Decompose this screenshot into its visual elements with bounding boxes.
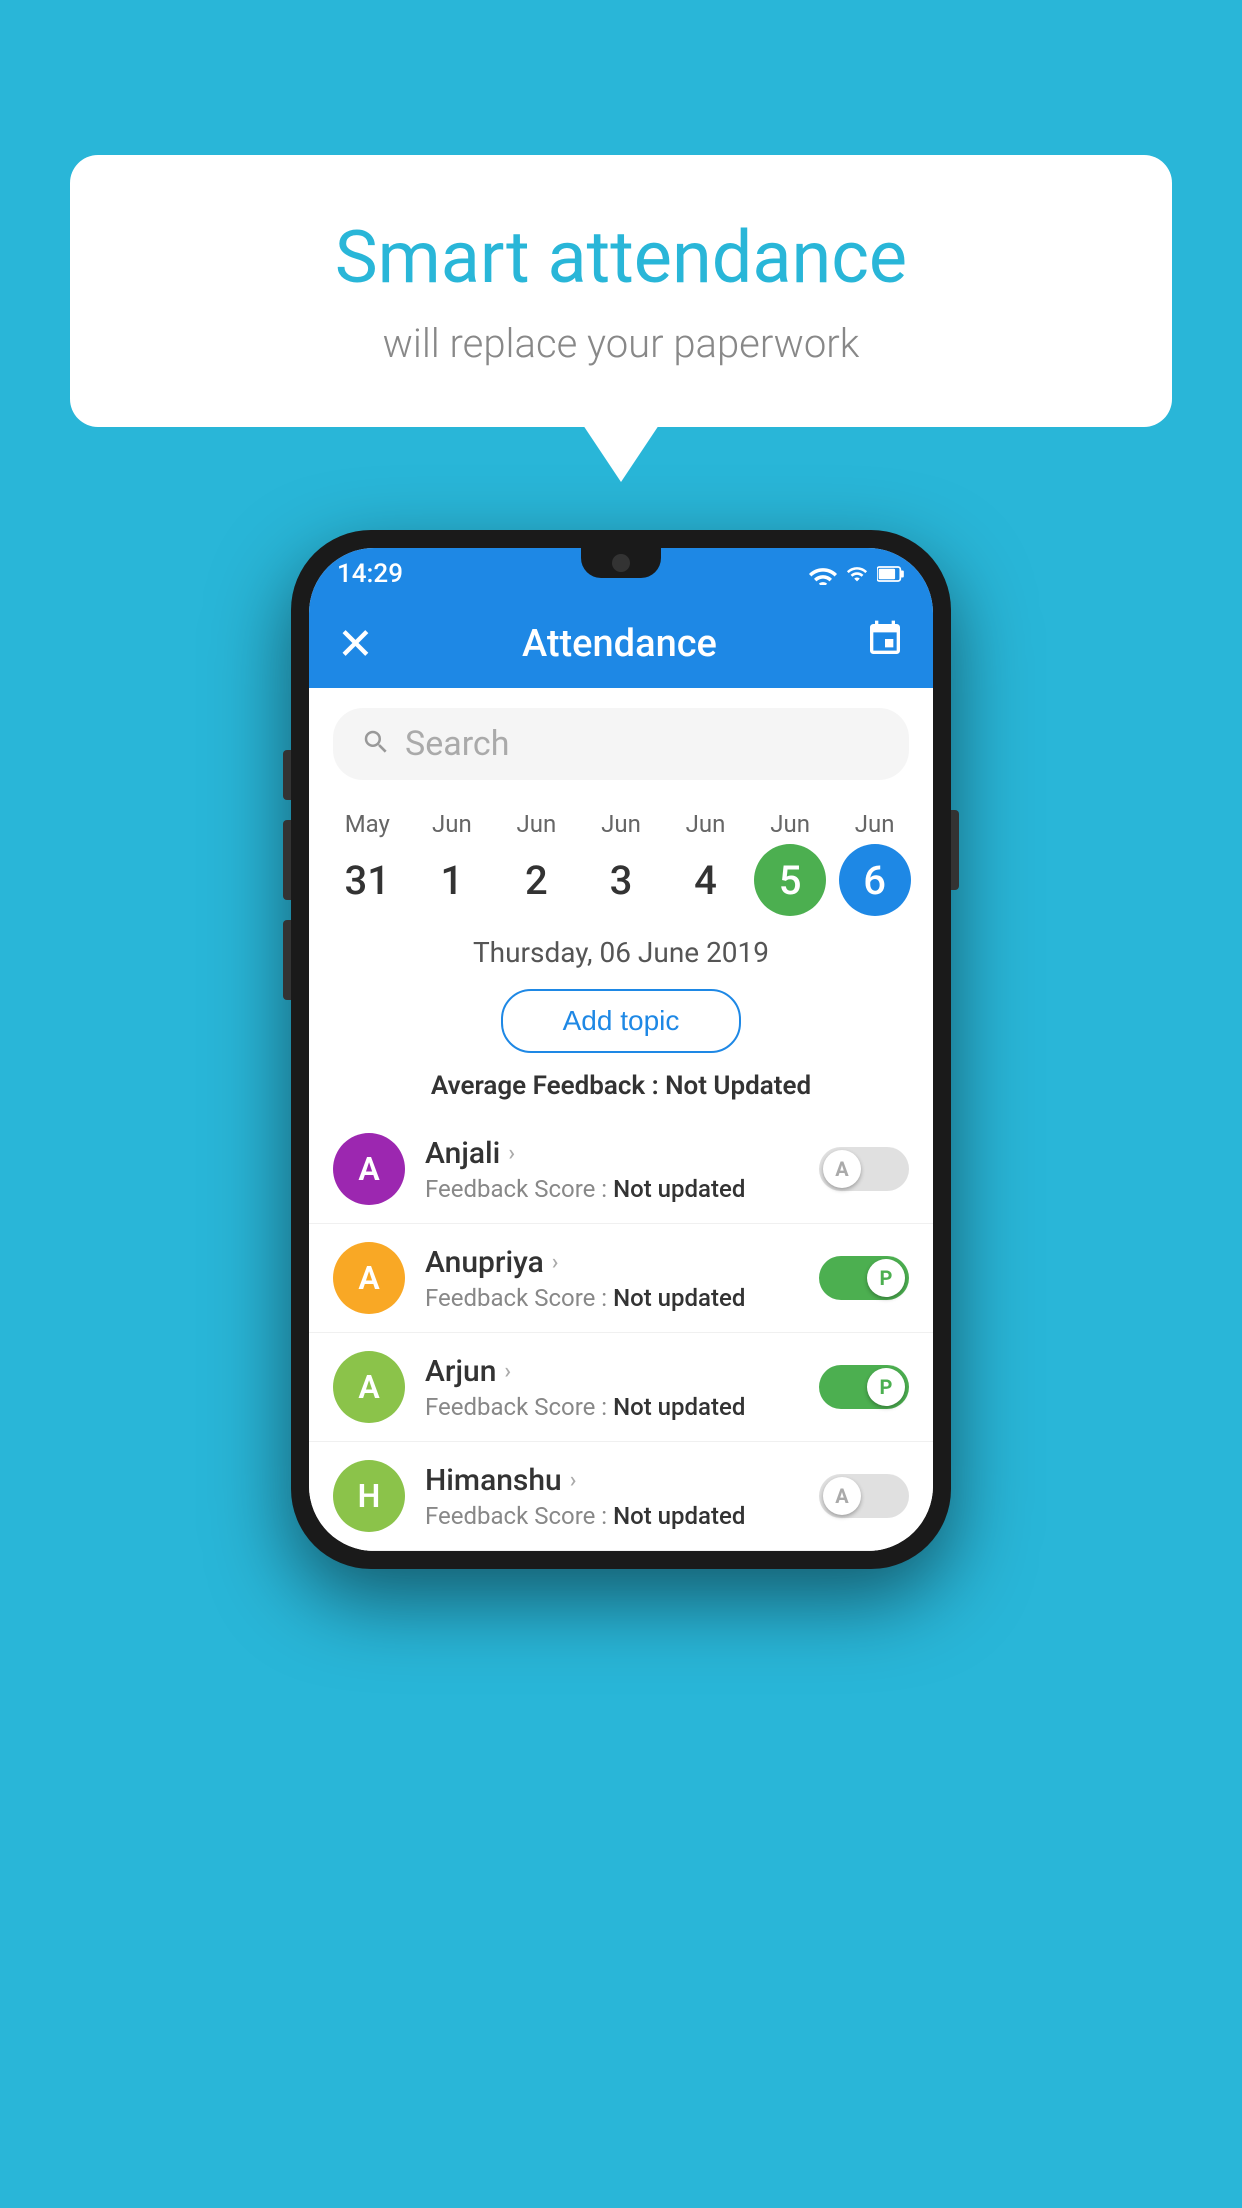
date-number[interactable]: 31 (331, 844, 403, 916)
speech-bubble: Smart attendance will replace your paper… (70, 155, 1172, 427)
attendance-toggle[interactable]: P (819, 1256, 909, 1300)
average-feedback: Average Feedback : Not Updated (309, 1063, 933, 1115)
speech-bubble-container: Smart attendance will replace your paper… (70, 155, 1172, 427)
month-label: Jun (686, 810, 726, 838)
power-button (951, 810, 959, 890)
date-col[interactable]: Jun 2 (496, 810, 576, 916)
feedback-score-value: Not updated (613, 1393, 745, 1421)
app-bar: ✕ Attendance (309, 600, 933, 688)
volume-mute-button (283, 920, 291, 1000)
search-icon (361, 727, 391, 761)
month-label: Jun (770, 810, 810, 838)
selected-date: Thursday, 06 June 2019 (309, 916, 933, 979)
feedback-score-value: Not updated (613, 1502, 745, 1530)
volume-down-button (283, 820, 291, 900)
feedback-score-value: Not updated (613, 1175, 745, 1203)
phone-wrapper: 14:29 (291, 530, 951, 1569)
date-col[interactable]: Jun 3 (581, 810, 661, 916)
toggle-container[interactable]: P (819, 1256, 909, 1300)
student-info: Arjun › Feedback Score : Not updated (425, 1354, 799, 1421)
close-icon[interactable]: ✕ (337, 618, 374, 670)
chevron-icon: › (570, 1468, 577, 1493)
feedback-score: Feedback Score : Not updated (425, 1502, 799, 1530)
chevron-icon: › (508, 1141, 515, 1166)
date-col[interactable]: Jun 6 (835, 810, 915, 916)
student-info: Anjali › Feedback Score : Not updated (425, 1136, 799, 1203)
search-placeholder: Search (405, 724, 509, 764)
notch (581, 548, 661, 578)
status-icons (809, 563, 905, 585)
toggle-knob: P (867, 1259, 905, 1297)
calendar-icon[interactable] (865, 619, 905, 669)
chevron-icon: › (504, 1359, 511, 1384)
month-label: Jun (432, 810, 472, 838)
date-col[interactable]: Jun 1 (412, 810, 492, 916)
search-bar[interactable]: Search (333, 708, 909, 780)
avatar: H (333, 1460, 405, 1532)
toggle-container[interactable]: A (819, 1147, 909, 1191)
toggle-knob: P (867, 1368, 905, 1406)
month-label: Jun (855, 810, 895, 838)
student-name: Himanshu › (425, 1463, 799, 1498)
average-feedback-label: Average Feedback : (431, 1071, 665, 1101)
avatar: A (333, 1351, 405, 1423)
student-name: Arjun › (425, 1354, 799, 1389)
toggle-knob: A (823, 1150, 861, 1188)
date-col[interactable]: Jun 5 (750, 810, 830, 916)
attendance-toggle[interactable]: P (819, 1365, 909, 1409)
student-info: Himanshu › Feedback Score : Not updated (425, 1463, 799, 1530)
date-number[interactable]: 3 (585, 844, 657, 916)
date-number[interactable]: 1 (416, 844, 488, 916)
month-label: May (345, 810, 390, 838)
toggle-container[interactable]: P (819, 1365, 909, 1409)
student-list: AAnjali ›Feedback Score : Not updatedAAA… (309, 1115, 933, 1551)
date-number[interactable]: 5 (754, 844, 826, 916)
feedback-score: Feedback Score : Not updated (425, 1393, 799, 1421)
attendance-toggle[interactable]: A (819, 1474, 909, 1518)
month-label: Jun (517, 810, 557, 838)
content-area: Search May 31 Jun 1 Jun 2 Jun 3 Jun 4 Jun 5 Jun 6 Thu… (309, 708, 933, 1551)
front-camera (612, 554, 630, 572)
calendar-row: May 31 Jun 1 Jun 2 Jun 3 Jun 4 Jun 5 Jun 6 (309, 800, 933, 916)
student-name: Anjali › (425, 1136, 799, 1171)
date-col[interactable]: Jun 4 (666, 810, 746, 916)
feedback-score: Feedback Score : Not updated (425, 1175, 799, 1203)
average-feedback-value: Not Updated (665, 1071, 811, 1101)
signal-icon (845, 563, 869, 585)
avatar: A (333, 1133, 405, 1205)
feedback-score: Feedback Score : Not updated (425, 1284, 799, 1312)
status-time: 14:29 (337, 559, 403, 589)
student-item[interactable]: A Arjun › Feedback Score : Not updated P (309, 1333, 933, 1442)
attendance-toggle[interactable]: A (819, 1147, 909, 1191)
date-number[interactable]: 2 (500, 844, 572, 916)
month-label: Jun (601, 810, 641, 838)
feedback-score-value: Not updated (613, 1284, 745, 1312)
student-item[interactable]: H Himanshu › Feedback Score : Not updated A (309, 1442, 933, 1551)
chevron-icon: › (552, 1250, 559, 1275)
add-topic-button[interactable]: Add topic (501, 989, 742, 1053)
student-name: Anupriya › (425, 1245, 799, 1280)
toggle-knob: A (823, 1477, 861, 1515)
phone-screen: 14:29 (309, 548, 933, 1551)
date-number[interactable]: 4 (670, 844, 742, 916)
battery-icon (877, 563, 905, 585)
volume-up-button (283, 750, 291, 800)
wifi-icon (809, 563, 837, 585)
student-item[interactable]: A Anupriya › Feedback Score : Not updated P (309, 1224, 933, 1333)
student-info: Anupriya › Feedback Score : Not updated (425, 1245, 799, 1312)
avatar: A (333, 1242, 405, 1314)
date-col[interactable]: May 31 (327, 810, 407, 916)
phone-outer: 14:29 (291, 530, 951, 1569)
bubble-subtitle: will replace your paperwork (150, 320, 1092, 367)
toggle-container[interactable]: A (819, 1474, 909, 1518)
date-number[interactable]: 6 (839, 844, 911, 916)
student-item[interactable]: A Anjali › Feedback Score : Not updated A (309, 1115, 933, 1224)
app-bar-title: Attendance (522, 622, 717, 666)
bubble-title: Smart attendance (150, 215, 1092, 300)
